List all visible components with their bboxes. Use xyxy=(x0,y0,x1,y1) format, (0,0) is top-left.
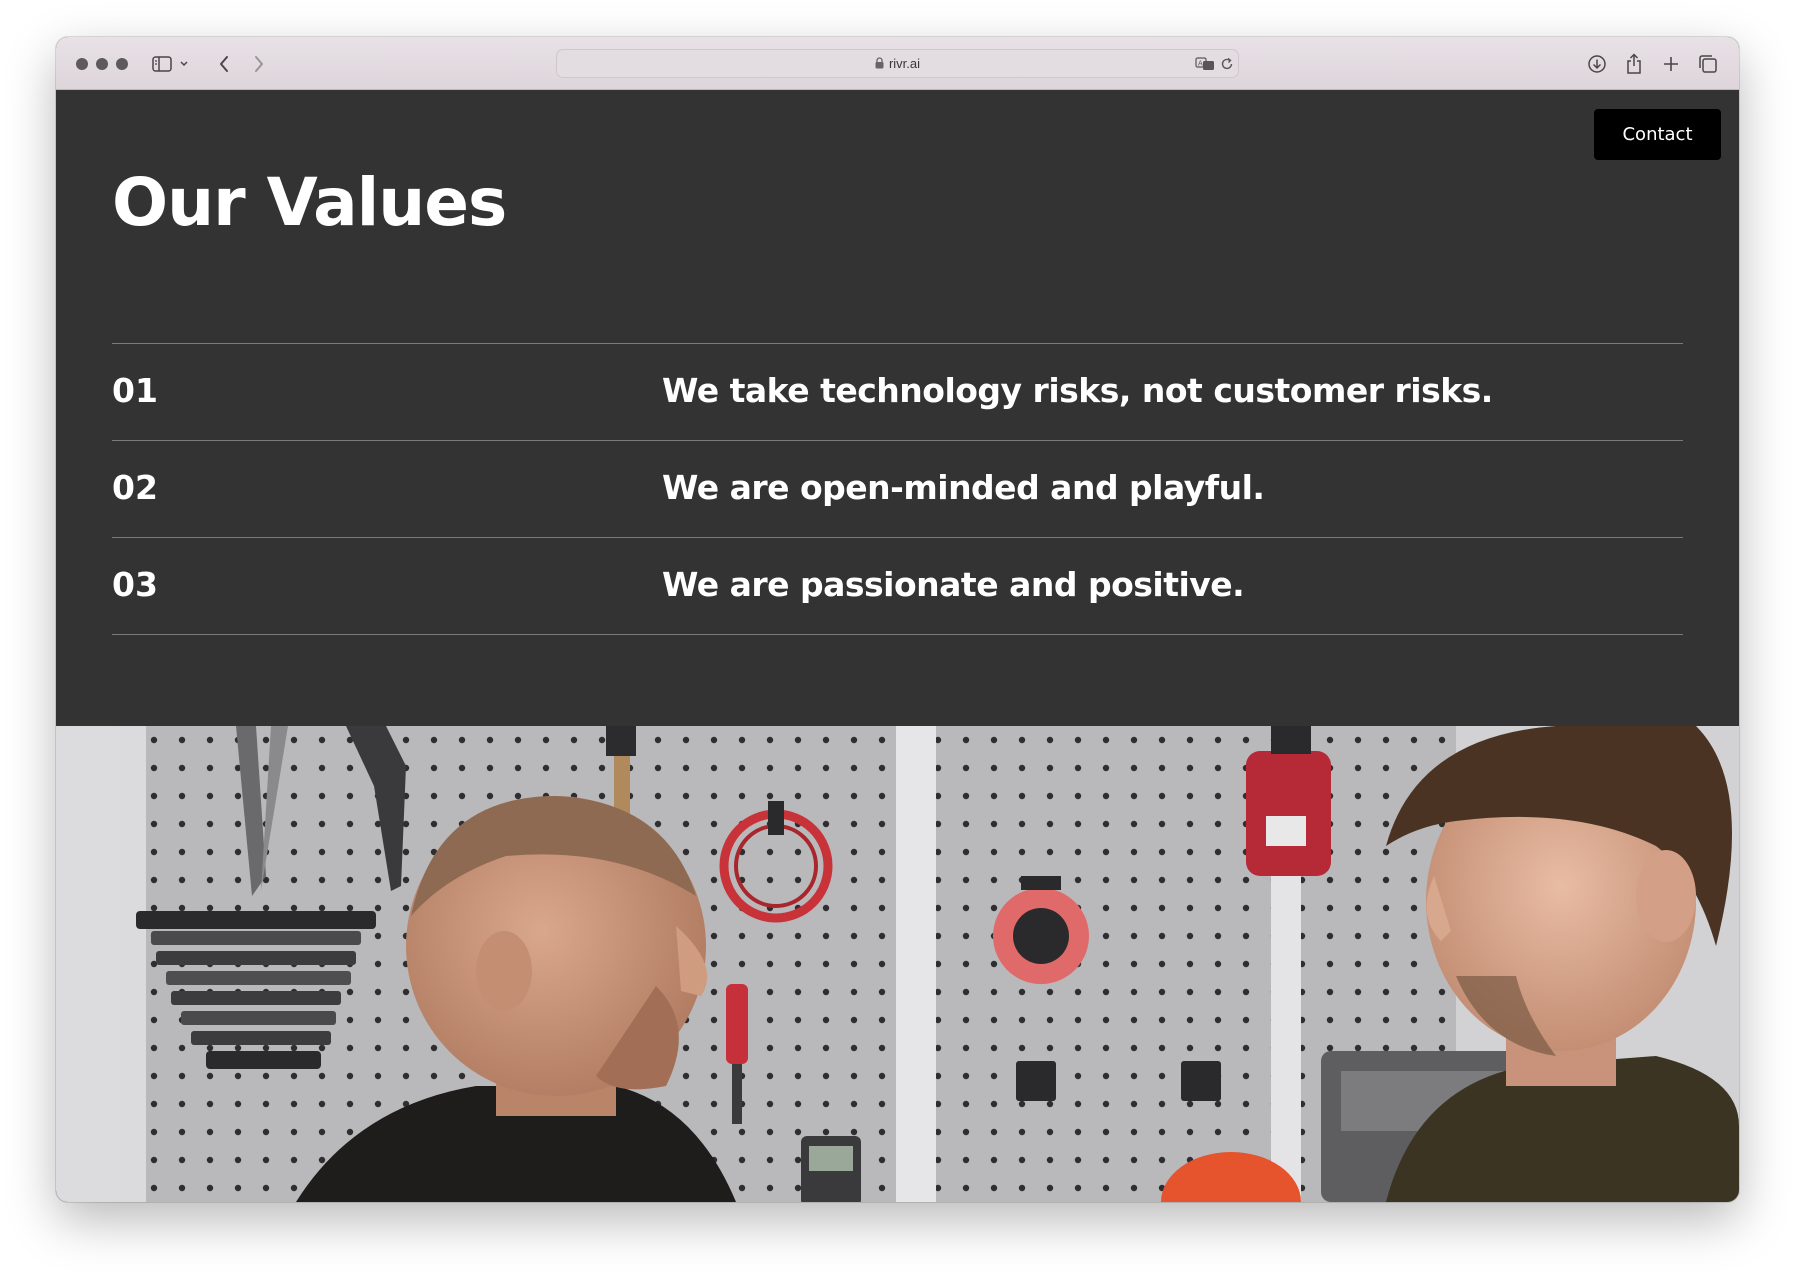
value-statement: We are open-minded and playful. xyxy=(662,468,1265,507)
share-icon xyxy=(1627,53,1641,74)
translate-icon: A xyxy=(1195,56,1214,70)
address-bar[interactable]: rivr.ai A xyxy=(556,49,1239,78)
page-title: Our Values xyxy=(112,164,507,241)
sidebar-menu-button[interactable] xyxy=(176,50,192,78)
tab-overview-button[interactable] xyxy=(1694,50,1722,78)
plus-icon xyxy=(1664,57,1678,71)
team-photo xyxy=(56,726,1739,1202)
svg-text:A: A xyxy=(1198,59,1203,67)
translate-button[interactable]: A xyxy=(1193,50,1217,77)
value-statement: We are passionate and positive. xyxy=(662,565,1245,604)
downloads-button[interactable] xyxy=(1583,50,1611,78)
value-number: 01 xyxy=(112,371,158,410)
close-window-button[interactable] xyxy=(76,58,88,70)
minimize-window-button[interactable] xyxy=(96,58,108,70)
zoom-window-button[interactable] xyxy=(116,58,128,70)
back-button[interactable] xyxy=(210,50,238,78)
forward-button[interactable] xyxy=(245,50,273,78)
value-statement: We take technology risks, not customer r… xyxy=(662,371,1493,410)
url-text: rivr.ai xyxy=(888,56,921,71)
browser-window: rivr.ai A Contact Our Values 01 We take … xyxy=(56,37,1739,1202)
download-icon xyxy=(1588,55,1606,73)
sidebar-toggle-button[interactable] xyxy=(148,50,176,78)
contact-button[interactable]: Contact xyxy=(1594,109,1721,160)
reload-button[interactable] xyxy=(1217,50,1237,77)
tabs-overview-icon xyxy=(1699,55,1717,73)
reload-icon xyxy=(1221,57,1233,69)
values-list: 01 We take technology risks, not custome… xyxy=(112,343,1683,635)
chevron-right-icon xyxy=(255,56,263,72)
sidebar-icon xyxy=(152,56,172,72)
chevron-down-icon xyxy=(180,61,188,67)
value-row: 01 We take technology risks, not custome… xyxy=(112,344,1683,441)
value-row: 02 We are open-minded and playful. xyxy=(112,441,1683,538)
lock-icon xyxy=(875,57,884,69)
new-tab-button[interactable] xyxy=(1657,50,1685,78)
value-row: 03 We are passionate and positive. xyxy=(112,538,1683,635)
browser-toolbar: rivr.ai A xyxy=(56,37,1739,90)
share-button[interactable] xyxy=(1620,50,1648,78)
web-page: Contact Our Values 01 We take technology… xyxy=(56,90,1739,1202)
chevron-left-icon xyxy=(220,56,228,72)
team-photo-image xyxy=(56,726,1739,1202)
value-number: 03 xyxy=(112,565,158,604)
value-number: 02 xyxy=(112,468,158,507)
